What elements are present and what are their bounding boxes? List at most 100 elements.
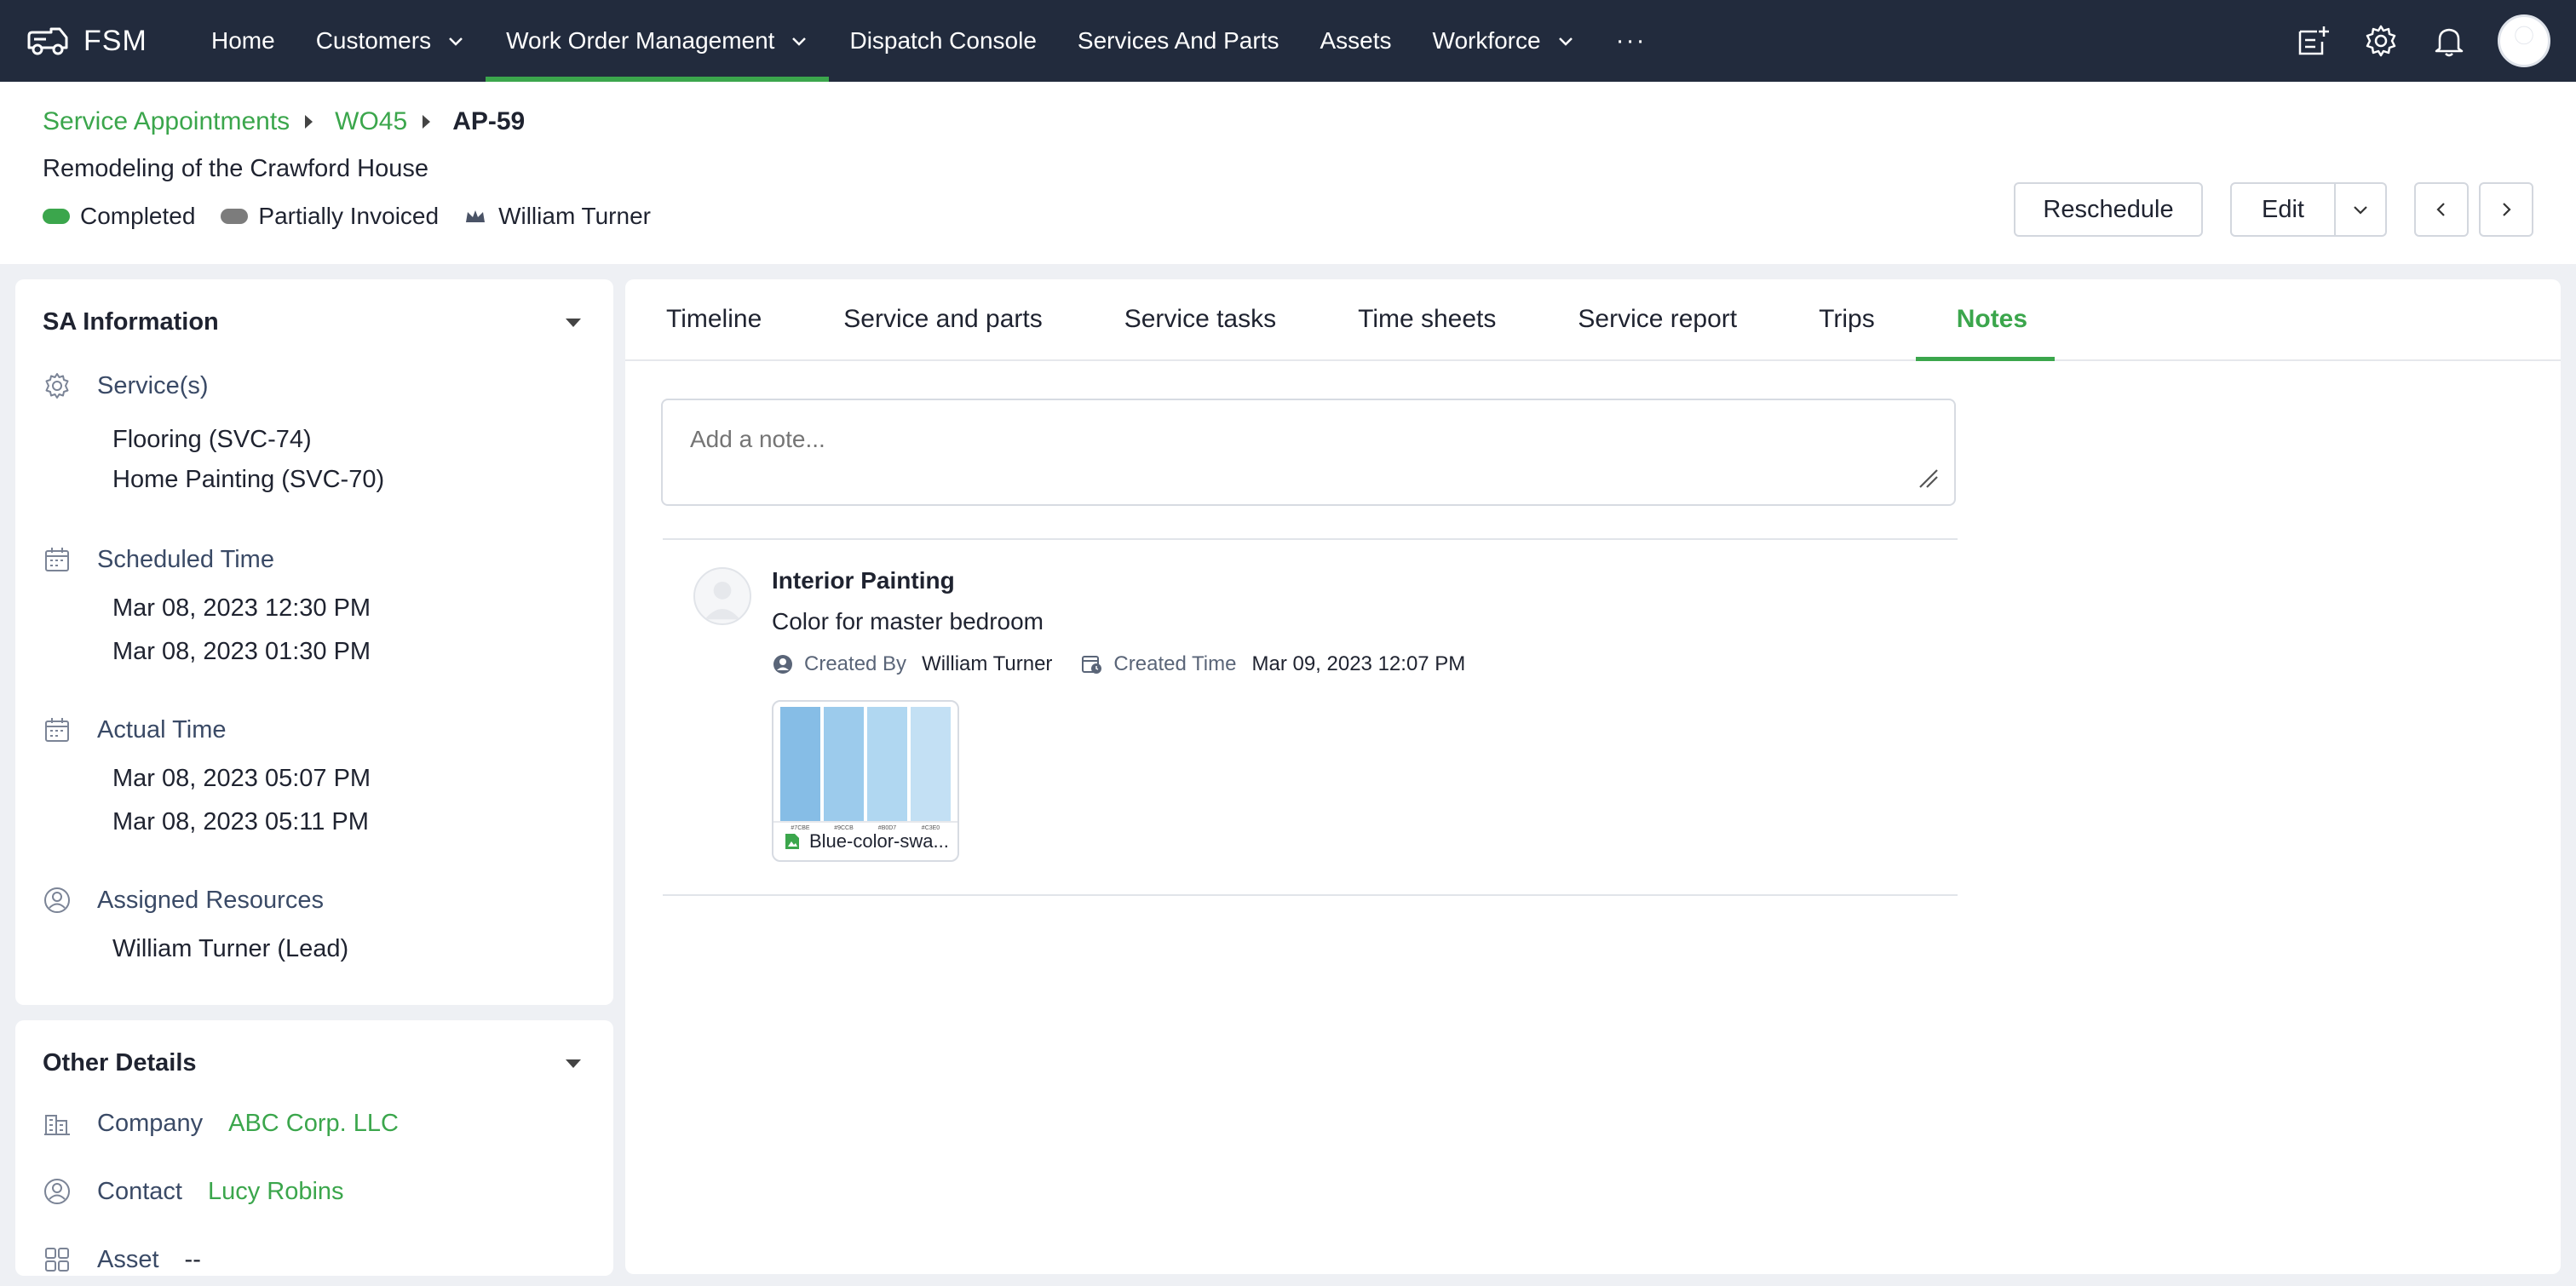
user-circle-icon (44, 887, 70, 913)
chevron-down-icon (449, 37, 463, 46)
note-author-avatar (693, 567, 751, 625)
color-swatch: #C3E0 (911, 707, 951, 831)
sa-information-panel: SA Information Service(s) Flooring (SVC-… (15, 279, 613, 1005)
van-logo-icon (27, 27, 68, 55)
record-title: Remodeling of the Crawford House (43, 155, 428, 182)
edit-options-button[interactable] (2336, 182, 2387, 237)
tab-trips[interactable]: Trips (1819, 279, 1875, 359)
company-link[interactable]: ABC Corp. LLC (228, 1110, 399, 1138)
color-swatch: #9CCB (824, 707, 864, 831)
resize-grip-icon[interactable] (1912, 462, 1942, 492)
tab-timeline[interactable]: Timeline (666, 279, 762, 359)
actual-start: Mar 08, 2023 05:07 PM (112, 765, 371, 792)
sa-information-header[interactable]: SA Information (43, 308, 586, 336)
breadcrumb-caret-right-icon (423, 115, 431, 129)
created-by-label: Created By (804, 652, 907, 675)
nav-label: Workforce (1432, 27, 1541, 54)
asset-grid-icon (45, 1248, 69, 1272)
crown-icon (466, 210, 486, 222)
nav-work-order-management[interactable]: Work Order Management (486, 0, 830, 82)
note-attachment[interactable]: #7CBE #9CCB #B0D7 #C3E0 Blue-color-swa..… (772, 700, 959, 862)
add-note-input[interactable] (661, 399, 1956, 506)
owner-name: William Turner (498, 203, 651, 229)
record-header: Service Appointments WO45 AP-59 Remodeli… (0, 82, 2576, 264)
settings-button[interactable] (2361, 21, 2401, 60)
tab-time-sheets[interactable]: Time sheets (1358, 279, 1496, 359)
app-logo[interactable]: FSM (26, 24, 187, 58)
note-meta: Created By William Turner Created Time M… (772, 652, 1494, 676)
collapse-caret-icon[interactable] (566, 318, 581, 327)
nav-home[interactable]: Home (191, 0, 296, 82)
tab-service-tasks[interactable]: Service tasks (1124, 279, 1276, 359)
notifications-button[interactable] (2429, 21, 2469, 60)
panel-title: SA Information (43, 308, 219, 336)
company-label: Company (97, 1109, 204, 1137)
breadcrumb: Service Appointments WO45 AP-59 (43, 107, 525, 136)
calendar-clock-icon (1082, 656, 1102, 674)
next-record-button[interactable] (2479, 182, 2533, 237)
tab-service-and-parts[interactable]: Service and parts (843, 279, 1042, 359)
service-item: Flooring (SVC-74) (112, 426, 312, 453)
nav-label: Dispatch Console (849, 27, 1037, 54)
chevron-right-icon (2503, 203, 2511, 216)
user-silhouette-icon (704, 582, 740, 620)
tab-notes[interactable]: Notes (1915, 279, 2056, 361)
breadcrumb-service-appointments[interactable]: Service Appointments (43, 107, 290, 136)
reschedule-button[interactable]: Reschedule (2014, 182, 2203, 237)
scheduled-time-label: Scheduled Time (43, 545, 586, 574)
label-text: Service(s) (97, 371, 209, 399)
service-item: Home Painting (SVC-70) (112, 466, 385, 493)
services-section: Service(s) Flooring (SVC-74) Home Painti… (43, 371, 586, 494)
gear-icon (45, 373, 69, 399)
nav-more-button[interactable]: ··· (1596, 0, 1667, 82)
nav-label: Assets (1320, 27, 1392, 54)
nav-services-and-parts[interactable]: Services And Parts (1057, 0, 1300, 82)
label-text: Assigned Resources (97, 886, 324, 914)
user-avatar[interactable] (2498, 14, 2550, 67)
gear-icon (2366, 25, 2396, 57)
status-badge: Completed (43, 203, 195, 230)
other-details-header[interactable]: Other Details (43, 1049, 586, 1077)
nav-dispatch-console[interactable]: Dispatch Console (829, 0, 1056, 82)
assigned-resources-label: Assigned Resources (43, 886, 586, 915)
nav-label: Work Order Management (506, 27, 775, 54)
app-name: FSM (83, 24, 147, 57)
nav-label: Customers (315, 27, 432, 54)
contact-row: Contact Lucy Robins (43, 1177, 344, 1206)
assigned-resources-section: Assigned Resources William Turner (Lead) (43, 886, 586, 963)
breadcrumb-current: AP-59 (452, 107, 526, 135)
asset-row: Asset -- (43, 1245, 201, 1274)
header-actions: Reschedule Edit (2014, 182, 2533, 237)
top-right-toolbar (2293, 0, 2550, 82)
detail-main-panel: Timeline Service and parts Service tasks… (625, 279, 2561, 1274)
nav-assets[interactable]: Assets (1299, 0, 1412, 82)
other-details-panel: Other Details Company ABC Corp. LLC Cont… (15, 1020, 613, 1276)
nav-label: Services And Parts (1077, 27, 1279, 54)
owner-badge: William Turner (464, 203, 651, 230)
tab-service-report[interactable]: Service report (1578, 279, 1737, 359)
calendar-icon (45, 718, 69, 742)
chevron-left-icon (2436, 203, 2445, 216)
resource-item: William Turner (Lead) (112, 935, 349, 962)
add-note-icon (2298, 26, 2329, 55)
scheduled-end: Mar 08, 2023 01:30 PM (112, 638, 371, 665)
chevron-down-icon (1558, 37, 1573, 46)
nav-label: Home (211, 27, 275, 54)
user-silhouette-icon (2515, 26, 2533, 45)
bell-icon (2435, 28, 2464, 57)
chevron-down-icon (792, 37, 807, 46)
quick-create-button[interactable] (2293, 21, 2332, 60)
collapse-caret-icon[interactable] (566, 1059, 581, 1068)
created-time-value: Mar 09, 2023 12:07 PM (1251, 652, 1466, 675)
created-time-label: Created Time (1113, 652, 1237, 675)
nav-workforce[interactable]: Workforce (1412, 0, 1596, 82)
breadcrumb-work-order[interactable]: WO45 (335, 107, 407, 136)
contact-link[interactable]: Lucy Robins (208, 1178, 344, 1206)
status-row: Completed Partially Invoiced William Tur… (43, 203, 676, 230)
user-circle-icon (44, 1179, 70, 1204)
previous-record-button[interactable] (2414, 182, 2469, 237)
note-title: Interior Painting (772, 567, 955, 594)
label-text: Actual Time (97, 715, 227, 743)
nav-customers[interactable]: Customers (296, 0, 486, 82)
edit-button[interactable]: Edit (2230, 182, 2336, 237)
